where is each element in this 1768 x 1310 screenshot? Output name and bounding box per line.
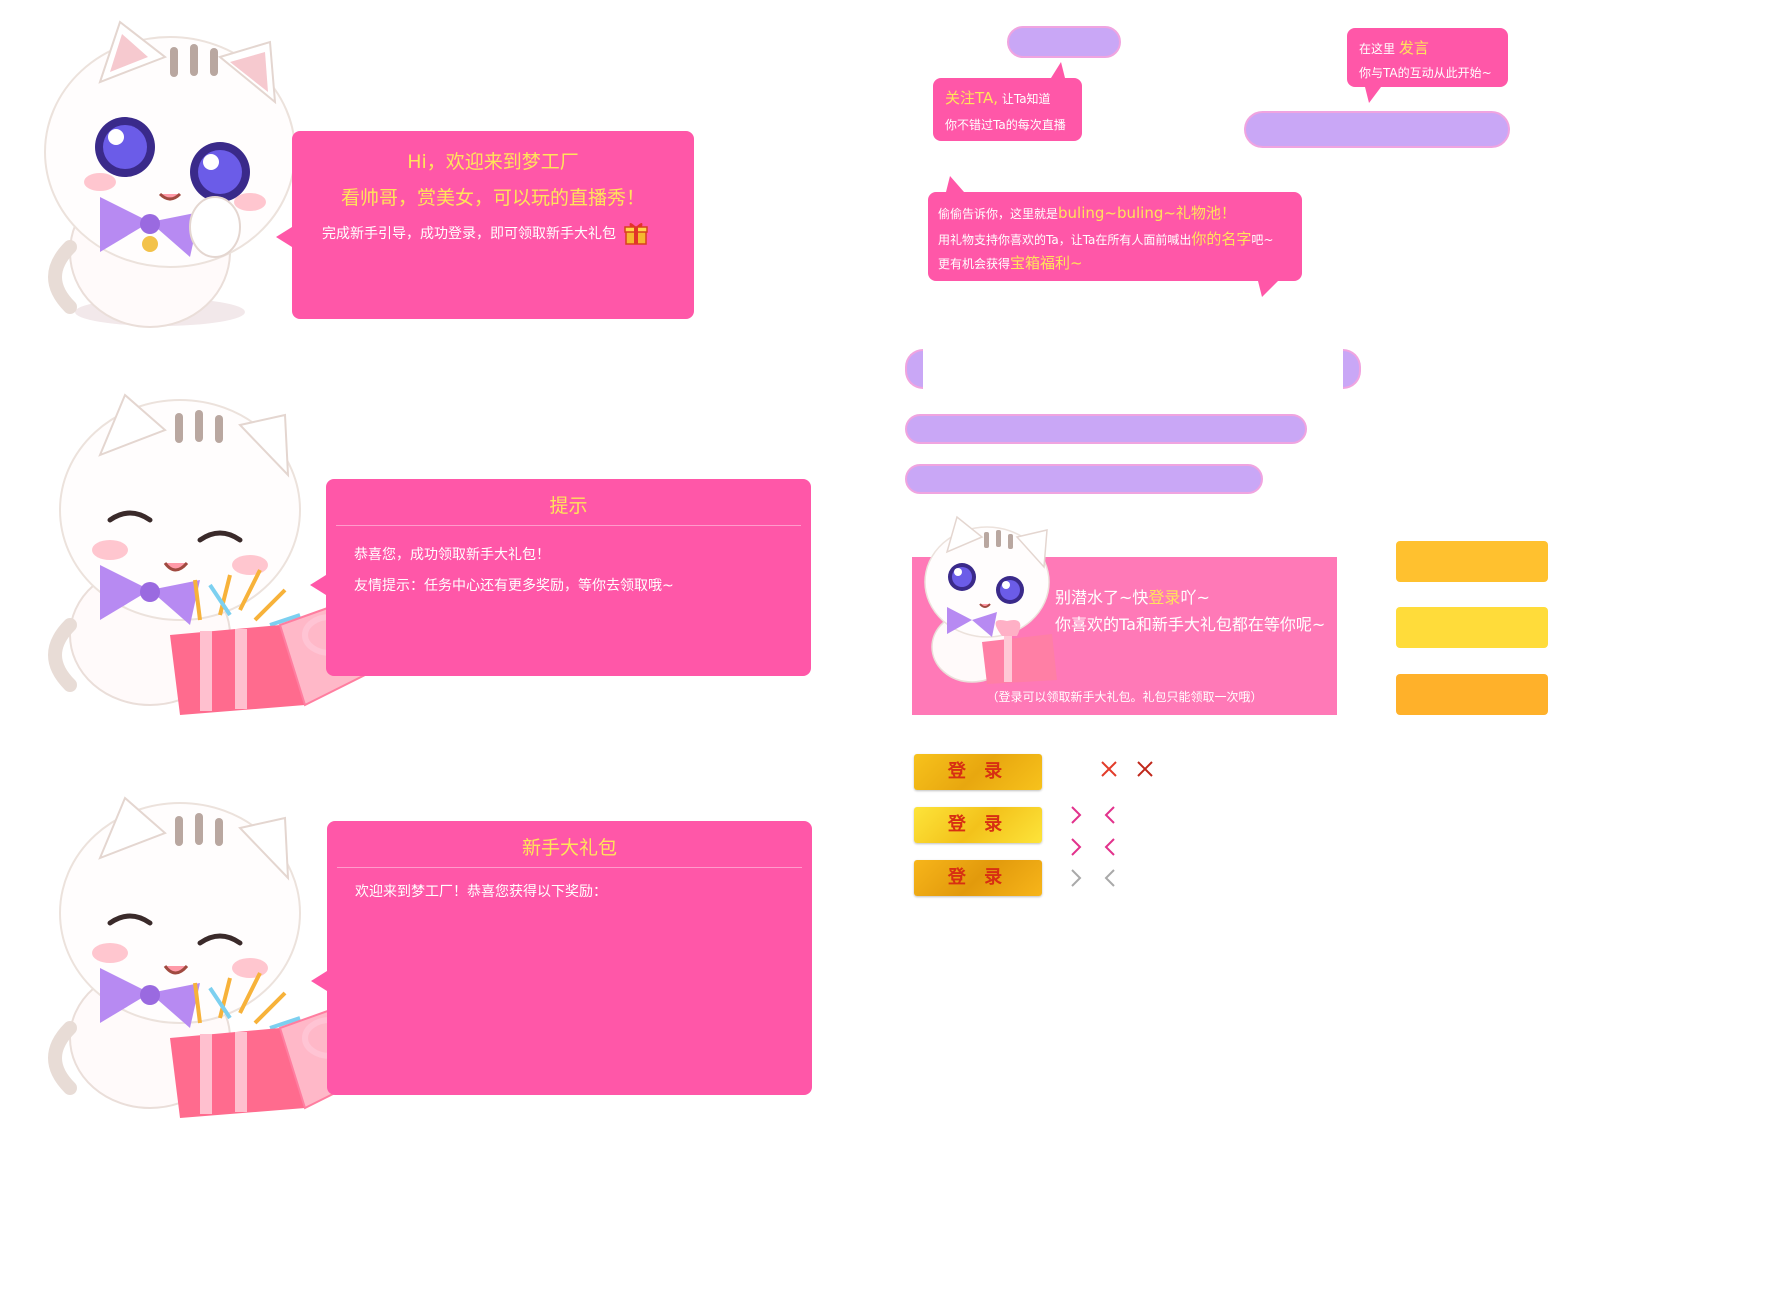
- cat-mascot-login: [912, 512, 1062, 687]
- gift-pool-l2-prefix: 用礼物支持你喜欢的Ta，让Ta在所有人面前喊出: [938, 233, 1192, 247]
- lavender-bar-2: [905, 464, 1263, 494]
- login-prompt-l1-highlight: 登录: [1148, 588, 1181, 607]
- tip-dialog: 提示 恭喜您，成功领取新手大礼包！ 友情提示：任务中心还有更多奖励，等你去领取哦…: [310, 479, 811, 676]
- follow-bubble: 关注TA, 让Ta知道 你不错过Ta的每次直播: [933, 62, 1082, 141]
- welcome-line2: 看帅哥，赏美女，可以玩的直播秀！: [340, 187, 645, 209]
- gift-pack-dialog-line1: 欢迎来到梦工厂！恭喜您获得以下奖励：: [355, 884, 607, 900]
- lavender-pill-wide: [1244, 111, 1510, 148]
- swatch-button-3[interactable]: [1396, 674, 1548, 715]
- speak-line2: 你与TA的互动从此开始~: [1359, 66, 1492, 80]
- gift-pack-dialog: 新手大礼包 欢迎来到梦工厂！恭喜您获得以下奖励：: [311, 821, 812, 1095]
- cat-mascot-welcome: [30, 12, 310, 332]
- gift-pool-l1-prefix: 偷偷告诉你，这里就是: [938, 207, 1059, 221]
- gift-pack-dialog-title: 新手大礼包: [521, 837, 617, 859]
- login-prompt-l1-suffix: 吖~: [1180, 588, 1210, 607]
- tip-dialog-line2: 友情提示：任务中心还有更多奖励，等你去领取哦~: [354, 578, 674, 594]
- welcome-line1: Hi，欢迎来到梦工厂: [407, 151, 579, 173]
- login-button-normal[interactable]: 登 录: [914, 754, 1042, 790]
- login-button-active[interactable]: 登 录: [914, 860, 1042, 896]
- gift-pool-l1-highlight: buling~buling~礼物池！: [1058, 204, 1236, 222]
- login-prompt-line2: 你喜欢的Ta和新手大礼包都在等你呢~: [1055, 615, 1326, 634]
- close-icon[interactable]: [1099, 759, 1119, 779]
- follow-highlight: 关注TA,: [945, 89, 999, 107]
- gift-box-icon: [624, 221, 648, 245]
- speak-bubble: 在这里 发言 你与TA的互动从此开始~: [1347, 28, 1508, 103]
- welcome-bubble: Hi，欢迎来到梦工厂 看帅哥，赏美女，可以玩的直播秀！ 完成新手引导，成功登录，…: [276, 131, 694, 319]
- chevron-left-icon-hover[interactable]: [1102, 836, 1118, 858]
- chevron-right-icon-hover[interactable]: [1068, 836, 1084, 858]
- chevron-right-icon-disabled: [1068, 867, 1084, 889]
- lavender-cap-right: [1343, 349, 1361, 389]
- gift-pool-l2-suffix: 吧~: [1251, 233, 1274, 247]
- gift-pool-bubble: 偷偷告诉你，这里就是buling~buling~礼物池！ 用礼物支持你喜欢的Ta…: [928, 176, 1302, 297]
- chevron-right-icon[interactable]: [1068, 804, 1084, 826]
- swatch-button-2[interactable]: [1396, 607, 1548, 648]
- close-icon-hover[interactable]: [1135, 759, 1155, 779]
- follow-line2: 你不错过Ta的每次直播: [945, 118, 1066, 132]
- lavender-bar-1: [905, 414, 1307, 444]
- login-prompt-note: （登录可以领取新手大礼包。礼包只能领取一次哦）: [986, 690, 1263, 704]
- swatch-button-1[interactable]: [1396, 541, 1548, 582]
- follow-text: 让Ta知道: [998, 92, 1051, 106]
- tip-dialog-title: 提示: [549, 495, 588, 517]
- gift-pack-dialog-divider: [337, 867, 802, 868]
- chevron-left-icon[interactable]: [1102, 804, 1118, 826]
- welcome-line3: 完成新手引导，成功登录，即可领取新手大礼包: [322, 226, 616, 242]
- lavender-cap-left: [905, 349, 923, 389]
- gift-pool-l3-highlight: 宝箱福利~: [1010, 254, 1083, 272]
- speak-prefix: 在这里: [1359, 42, 1399, 56]
- tip-dialog-divider: [336, 525, 801, 526]
- chevron-left-icon-disabled: [1102, 867, 1118, 889]
- speak-highlight: 发言: [1398, 39, 1429, 57]
- lavender-pill-small: [1007, 26, 1121, 58]
- gift-pool-l3-prefix: 更有机会获得: [938, 257, 1011, 271]
- login-prompt-l1-prefix: 别潜水了~快: [1055, 588, 1149, 607]
- login-button-hover[interactable]: 登 录: [914, 807, 1042, 843]
- tip-dialog-line1: 恭喜您，成功领取新手大礼包！: [354, 547, 550, 563]
- gift-pool-l2-highlight: 你的名字: [1191, 230, 1252, 248]
